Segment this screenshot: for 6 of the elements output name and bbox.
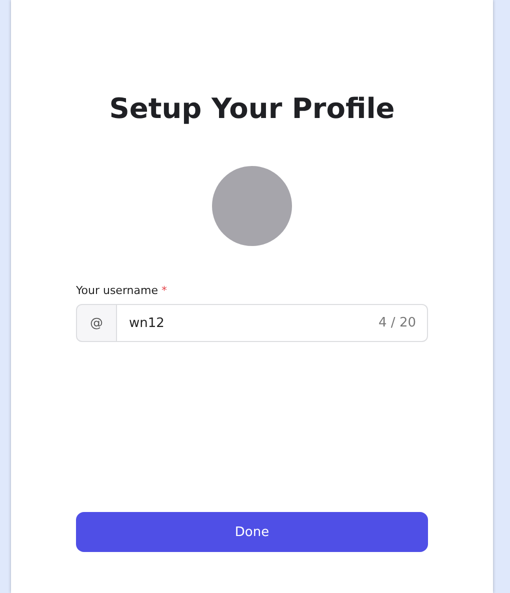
at-prefix: @	[76, 304, 117, 342]
required-mark: *	[161, 284, 167, 297]
username-label: Your username *	[76, 284, 168, 297]
page-title: Setup Your Profile	[109, 92, 395, 125]
done-button[interactable]: Done	[76, 512, 428, 552]
character-counter: 4 / 20	[378, 316, 416, 330]
